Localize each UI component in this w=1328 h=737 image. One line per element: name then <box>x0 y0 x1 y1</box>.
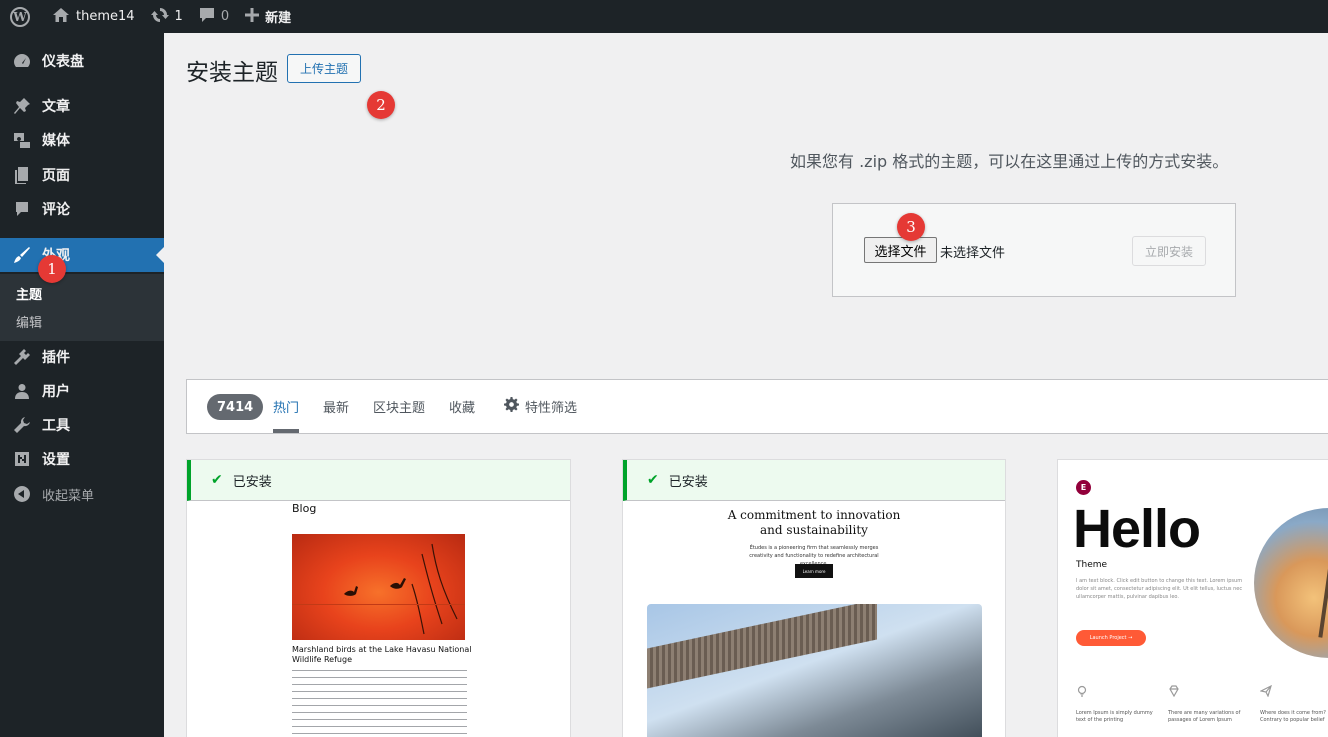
preview-learn-more-button: Learn more <box>795 564 833 578</box>
annotation-marker-1: 1 <box>38 255 66 283</box>
sidebar-item-media[interactable]: 媒体 <box>0 123 164 157</box>
sidebar-item-posts[interactable]: 文章 <box>0 89 164 123</box>
comment-icon <box>12 199 32 219</box>
site-name-label: theme14 <box>76 9 135 24</box>
comments-link[interactable]: 0 <box>191 0 237 33</box>
updates-refresh-icon <box>150 6 169 28</box>
checkmark-icon: ✔ <box>647 472 659 488</box>
elementor-logo-icon: E <box>1076 480 1091 495</box>
sidebar-item-comments[interactable]: 评论 <box>0 192 164 226</box>
sidebar-item-label: 仪表盘 <box>42 54 84 70</box>
upload-theme-form: 选择文件 未选择文件 立即安装 <box>832 203 1236 297</box>
installed-notice: ✔ 已安装 <box>623 460 1005 501</box>
theme-screenshot[interactable]: A commitment to innovation and sustainab… <box>623 501 1005 737</box>
paper-plane-icon <box>1259 682 1272 698</box>
lightbulb-icon <box>1076 682 1088 697</box>
sidebar-item-pages[interactable]: 页面 <box>0 158 164 192</box>
theme-card[interactable]: ✔ 已安装 Blog Marshland birds at the Lake H… <box>186 459 571 737</box>
preview-building-photo <box>647 604 982 737</box>
installed-label: 已安装 <box>232 474 272 490</box>
preview-feature-text: There are many variations of passages of… <box>1168 710 1241 723</box>
home-icon <box>52 7 70 27</box>
sidebar-item-tools[interactable]: 工具 <box>0 408 164 442</box>
preview-headline: A commitment to innovation and sustainab… <box>727 508 901 537</box>
gear-icon <box>504 397 519 416</box>
admin-sidebar: 仪表盘 文章 媒体 页面 评论 外观 主题 编辑 插件 用户 工具 设置 <box>0 33 164 737</box>
install-now-button[interactable]: 立即安装 <box>1132 236 1206 266</box>
theme-filter-bar: 7414 热门 最新 区块主题 收藏 特性筛选 <box>186 379 1328 434</box>
feature-filter-button[interactable]: 特性筛选 <box>504 380 577 433</box>
preview-description: I am text block. Click edit button to ch… <box>1076 578 1243 600</box>
annotation-marker-3: 3 <box>897 213 925 241</box>
no-file-selected-label: 未选择文件 <box>940 246 1006 261</box>
collapse-arrow-icon <box>12 484 32 504</box>
new-content-label: 新建 <box>265 11 292 26</box>
settings-icon <box>12 449 32 469</box>
sidebar-item-label: 设置 <box>42 452 70 468</box>
plugin-icon <box>12 347 32 367</box>
plus-icon <box>245 7 260 26</box>
annotation-marker-2: 2 <box>367 91 395 119</box>
dashboard-icon <box>12 51 32 71</box>
tab-popular[interactable]: 热门 <box>273 380 300 433</box>
preview-hello-heading: Hello <box>1073 499 1201 559</box>
appearance-submenu: 主题 编辑 <box>0 274 164 341</box>
site-name-link[interactable]: theme14 <box>38 0 143 33</box>
sidebar-item-label: 页面 <box>42 168 70 184</box>
sidebar-item-users[interactable]: 用户 <box>0 374 164 408</box>
preview-feature-text: Where does it come from? Contrary to pop… <box>1260 710 1326 723</box>
sidebar-item-label: 评论 <box>42 202 70 218</box>
updates-count: 1 <box>174 9 183 24</box>
submenu-item-editor[interactable]: 编辑 <box>16 312 42 331</box>
theme-card[interactable]: E Hello Theme I am text block. Click edi… <box>1057 459 1328 737</box>
wordpress-logo-icon: W <box>10 6 30 27</box>
new-content-link[interactable]: 新建 <box>237 0 299 33</box>
collapse-menu-button[interactable]: 收起菜单 <box>0 477 164 511</box>
updates-link[interactable]: 1 <box>143 0 191 33</box>
theme-count-badge: 7414 <box>207 394 264 420</box>
sidebar-item-label: 文章 <box>42 99 70 115</box>
preview-theme-label: Theme <box>1076 560 1108 570</box>
submenu-item-themes[interactable]: 主题 <box>16 284 42 303</box>
comment-bubble-icon <box>199 7 215 27</box>
media-icon <box>12 130 32 150</box>
theme-card[interactable]: ✔ 已安装 A commitment to innovation and sus… <box>622 459 1006 737</box>
preview-body-text <box>292 667 467 737</box>
preview-launch-button: Launch Project → <box>1076 630 1146 646</box>
sidebar-item-label: 工具 <box>42 418 70 434</box>
feature-filter-label: 特性筛选 <box>525 401 578 416</box>
preview-palm-photo <box>1254 508 1328 658</box>
preview-blog-heading: Blog <box>292 502 317 515</box>
preview-feature-text: Lorem Ipsum is simply dummy text of the … <box>1076 710 1153 723</box>
sidebar-item-label: 插件 <box>42 350 70 366</box>
sidebar-item-label: 媒体 <box>42 133 70 149</box>
upload-help-text: 如果您有 .zip 格式的主题，可以在这里通过上传的方式安装。 <box>790 152 1229 171</box>
sidebar-item-label: 用户 <box>42 384 70 400</box>
tab-latest[interactable]: 最新 <box>323 380 349 433</box>
installed-label: 已安装 <box>668 474 708 490</box>
page-icon <box>12 165 32 185</box>
pin-icon <box>12 96 32 116</box>
wordpress-logo-button[interactable]: W <box>0 0 38 33</box>
sidebar-item-plugins[interactable]: 插件 <box>0 340 164 374</box>
wrench-icon <box>12 415 32 435</box>
tab-favorites[interactable]: 收藏 <box>449 380 475 433</box>
sidebar-item-appearance[interactable]: 外观 <box>0 238 164 272</box>
user-icon <box>12 381 32 401</box>
comments-count: 0 <box>220 9 230 24</box>
collapse-menu-label: 收起菜单 <box>42 488 95 504</box>
tab-block-themes[interactable]: 区块主题 <box>373 380 425 433</box>
appearance-brush-icon <box>12 245 32 265</box>
diamond-icon <box>1168 682 1180 698</box>
upload-theme-button[interactable]: 上传主题 <box>287 54 361 83</box>
admin-bar: W theme14 1 0 新建 <box>0 0 1328 33</box>
installed-notice: ✔ 已安装 <box>187 460 570 501</box>
page-title: 安装主题 <box>186 60 278 86</box>
checkmark-icon: ✔ <box>211 472 223 488</box>
choose-file-button[interactable]: 选择文件 <box>864 237 937 263</box>
preview-bird-photo <box>292 534 465 640</box>
preview-caption: Marshland birds at the Lake Havasu Natio… <box>292 645 472 664</box>
sidebar-item-settings[interactable]: 设置 <box>0 442 164 476</box>
sidebar-item-dashboard[interactable]: 仪表盘 <box>0 44 164 78</box>
